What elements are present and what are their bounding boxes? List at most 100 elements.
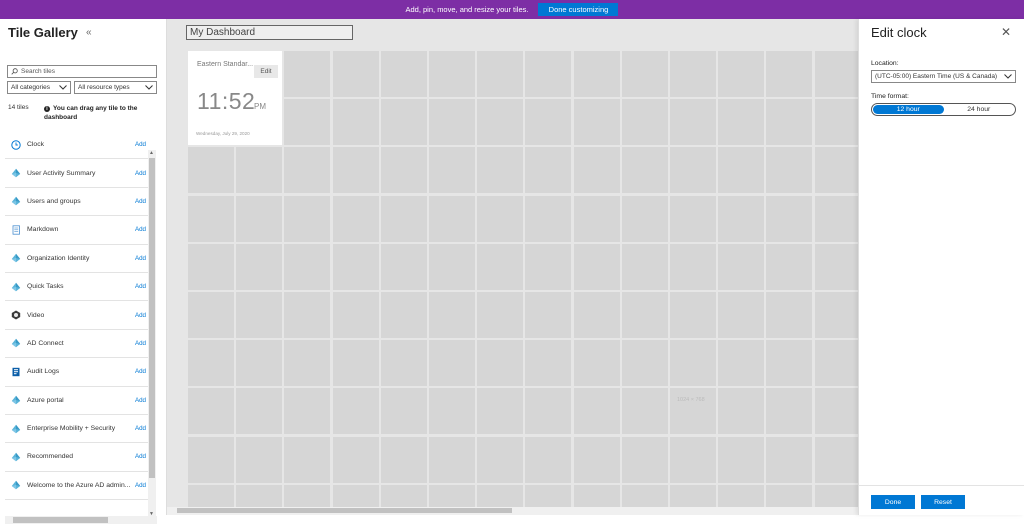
tile-list: Clock Add User Activity Summary Add Users an…	[5, 131, 148, 511]
empty-tile-slot	[573, 99, 620, 146]
empty-tile-slot	[332, 388, 379, 435]
scrollbar-thumb[interactable]	[13, 517, 108, 523]
empty-tile-slot	[621, 99, 668, 146]
clock-tile[interactable]: Eastern Standar... Edit 11:52 PM Wednesd…	[188, 51, 282, 145]
time-format-label: Time format:	[871, 93, 909, 100]
edit-clock-panel: Edit clock ✕ Location: (UTC-05:00) Easte…	[858, 19, 1024, 515]
gallery-vertical-scrollbar[interactable]: ▲ ▼	[148, 150, 156, 517]
empty-tile-slot	[766, 340, 813, 387]
tile-name: AD Connect	[27, 339, 64, 347]
format-24-hour-option[interactable]: 24 hour	[944, 105, 1015, 114]
empty-tile-slot	[477, 51, 524, 97]
tile-list-item[interactable]: Users and groups Add	[5, 188, 148, 217]
add-tile-link[interactable]: Add	[135, 226, 146, 233]
tile-list-item[interactable]: Welcome to the Azure AD admin... Add	[5, 472, 148, 501]
empty-tile-slot	[573, 51, 620, 97]
empty-tile-slot	[814, 195, 858, 242]
scrollbar-thumb[interactable]	[177, 508, 512, 513]
empty-tile-slot	[236, 436, 283, 483]
tile-list-item[interactable]: Recommended Add	[5, 443, 148, 472]
tile-list-item[interactable]: Organization Identity Add	[5, 245, 148, 273]
azure-ad-icon	[11, 480, 21, 490]
scrollbar-thumb[interactable]	[149, 158, 155, 478]
dashboard-horizontal-scrollbar[interactable]	[167, 507, 858, 515]
location-dropdown[interactable]: (UTC-05:00) Eastern Time (US & Canada)	[871, 70, 1016, 83]
reset-button[interactable]: Reset	[921, 495, 965, 509]
collapse-icon[interactable]: «	[86, 27, 92, 38]
empty-tile-slot	[477, 436, 524, 483]
tile-list-item[interactable]: Quick Tasks Add	[5, 273, 148, 302]
add-tile-link[interactable]: Add	[135, 397, 146, 404]
empty-tile-slot	[236, 195, 283, 242]
empty-tile-slot	[188, 388, 234, 435]
empty-tile-slot	[380, 388, 427, 435]
tile-list-item[interactable]: Audit Logs Add	[5, 358, 148, 387]
empty-tile-slot	[814, 340, 858, 387]
add-tile-link[interactable]: Add	[135, 141, 146, 148]
empty-tile-slot	[188, 292, 234, 338]
dashboard-name-input[interactable]: My Dashboard	[186, 25, 353, 40]
azure-ad-icon	[11, 452, 21, 462]
time-format-toggle[interactable]: 12 hour 24 hour	[871, 103, 1016, 116]
add-tile-link[interactable]: Add	[135, 425, 146, 432]
empty-tile-slot	[477, 99, 524, 146]
add-tile-link[interactable]: Add	[135, 368, 146, 375]
add-tile-link[interactable]: Add	[135, 255, 146, 262]
azure-ad-icon	[11, 196, 21, 206]
close-icon[interactable]: ✕	[1001, 25, 1011, 39]
tile-name: Welcome to the Azure AD admin...	[27, 481, 131, 489]
search-tiles-input[interactable]: Search tiles	[7, 65, 157, 78]
empty-tile-slot	[766, 51, 813, 97]
clock-icon	[11, 139, 21, 150]
empty-tile-slot	[814, 388, 858, 435]
add-tile-link[interactable]: Add	[135, 170, 146, 177]
add-tile-link[interactable]: Add	[135, 198, 146, 205]
empty-tile-slot	[670, 51, 716, 97]
empty-tile-slot	[766, 195, 813, 242]
tile-gallery-panel: Tile Gallery « Search tiles All categori…	[0, 19, 167, 524]
footer-divider	[859, 485, 1024, 486]
gallery-horizontal-scrollbar[interactable]	[5, 516, 157, 524]
empty-tile-slot	[380, 99, 427, 146]
add-tile-link[interactable]: Add	[135, 482, 146, 489]
empty-tile-slot	[429, 195, 475, 242]
clock-edit-button[interactable]: Edit	[254, 65, 278, 78]
search-icon	[11, 68, 18, 75]
done-button[interactable]: Done	[871, 495, 915, 509]
empty-tile-slot	[525, 340, 572, 387]
empty-tile-slot	[670, 436, 716, 483]
empty-tile-slot	[429, 243, 475, 290]
dashboard-canvas[interactable]: My Dashboard Eastern Standar... Edit 11:…	[167, 19, 858, 515]
tile-grid[interactable]	[188, 51, 858, 515]
tile-list-item[interactable]: Video Add	[5, 301, 148, 330]
category-filter-dropdown[interactable]: All categories	[7, 81, 71, 94]
add-tile-link[interactable]: Add	[135, 340, 146, 347]
empty-tile-slot	[573, 195, 620, 242]
tile-name: Audit Logs	[27, 368, 60, 376]
clock-location: Eastern Standar...	[197, 61, 254, 68]
empty-tile-slot	[718, 388, 765, 435]
add-tile-link[interactable]: Add	[135, 312, 146, 319]
tile-list-item[interactable]: Markdown Add	[5, 216, 148, 245]
tile-list-item[interactable]: Enterprise Mobility + Security Add	[5, 415, 148, 444]
customize-banner: Add, pin, move, and resize your tiles. D…	[0, 0, 1024, 19]
tile-list-item[interactable]: Clock Add	[5, 131, 148, 160]
tile-list-item[interactable]: User Activity Summary Add	[5, 159, 148, 188]
tile-list-item[interactable]: AD Connect Add	[5, 330, 148, 359]
azure-ad-icon	[11, 424, 21, 434]
scroll-up-icon[interactable]: ▲	[149, 150, 154, 156]
add-tile-link[interactable]: Add	[135, 283, 146, 290]
empty-tile-slot	[284, 292, 331, 338]
resource-filter-dropdown[interactable]: All resource types	[74, 81, 157, 94]
empty-tile-slot	[236, 292, 283, 338]
empty-tile-slot	[332, 340, 379, 387]
tile-list-item[interactable]: Azure portal Add	[5, 387, 148, 415]
empty-tile-slot	[766, 147, 813, 194]
done-customizing-button[interactable]: Done customizing	[538, 3, 619, 16]
format-12-hour-option[interactable]: 12 hour	[873, 105, 944, 114]
empty-tile-slot	[477, 292, 524, 338]
add-tile-link[interactable]: Add	[135, 453, 146, 460]
category-filter-value: All categories	[11, 84, 51, 91]
tile-name: Users and groups	[27, 197, 81, 205]
empty-tile-slot	[525, 243, 572, 290]
